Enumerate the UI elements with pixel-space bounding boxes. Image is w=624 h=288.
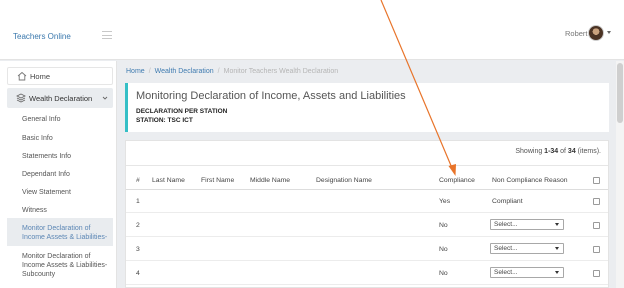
table-row: 3 No Select... <box>126 238 608 261</box>
column-header-non-compliance-reason[interactable]: Non Compliance Reason <box>492 177 568 184</box>
chevron-down-icon <box>102 96 108 100</box>
table-summary: Showing 1-34 of 34 (items). <box>515 148 601 155</box>
wealth-icon <box>16 93 26 103</box>
row-number: 1 <box>136 198 140 205</box>
row-number: 2 <box>136 222 140 229</box>
avatar[interactable] <box>588 25 604 41</box>
top-bar: Teachers Online Robert <box>0 0 624 60</box>
sidebar-item-monitor-declaration[interactable]: Monitor Declaration of Income Assets & L… <box>22 224 114 242</box>
sidebar-item-monitor-declaration-subcounty[interactable]: Monitor Declaration of Income Assets & L… <box>22 252 114 279</box>
page-scrollbar[interactable] <box>616 61 624 288</box>
breadcrumb: Home / Wealth Declaration / Monitor Teachers… <box>126 68 339 75</box>
dropdown-arrow-icon <box>555 271 559 274</box>
column-header-designation[interactable]: Designation Name <box>316 177 372 184</box>
caret-down-icon[interactable] <box>607 31 611 34</box>
breadcrumb-current: Monitor Teachers Wealth Declaration <box>223 68 339 75</box>
row-checkbox[interactable] <box>593 222 600 229</box>
dropdown-arrow-icon <box>555 223 559 226</box>
scrollbar-thumb[interactable] <box>617 63 623 123</box>
sidebar: Home Wealth Declaration General Info Bas… <box>0 61 117 288</box>
declarations-table: Showing 1-34 of 34 (items). # Last Name … <box>125 140 609 288</box>
title-panel: Monitoring Declaration of Income, Assets… <box>125 83 609 132</box>
sidebar-item-witness[interactable]: Witness <box>22 206 114 215</box>
sidebar-item-home[interactable]: Home <box>7 67 113 85</box>
sidebar-item-general-info[interactable]: General Info <box>22 115 114 124</box>
compliance-value: No <box>439 270 448 277</box>
row-checkbox[interactable] <box>593 198 600 205</box>
column-header-compliance[interactable]: Compliance <box>439 177 475 184</box>
menu-icon[interactable] <box>102 31 112 39</box>
reason-value: Compliant <box>492 198 523 205</box>
reason-select[interactable]: Select... <box>490 219 564 230</box>
select-all-checkbox[interactable] <box>593 177 600 184</box>
table-row: 4 No Select... <box>126 262 608 285</box>
compliance-value: No <box>439 246 448 253</box>
panel-subtitle: DECLARATION PER STATION <box>136 108 228 115</box>
station-label: STATION: TSC ICT <box>136 117 193 124</box>
breadcrumb-home[interactable]: Home <box>126 68 145 75</box>
compliance-value: Yes <box>439 198 451 205</box>
sidebar-item-wealth-declaration[interactable]: Wealth Declaration <box>7 88 113 108</box>
table-row: 1 Yes Compliant <box>126 190 608 213</box>
page-title: Monitoring Declaration of Income, Assets… <box>136 90 406 102</box>
breadcrumb-wealth-declaration[interactable]: Wealth Declaration <box>155 68 214 75</box>
reason-select[interactable]: Select... <box>490 243 564 254</box>
sidebar-item-dependant-info[interactable]: Dependant Info <box>22 170 114 179</box>
column-header-middle-name[interactable]: Middle Name <box>250 177 290 184</box>
sidebar-item-basic-info[interactable]: Basic Info <box>22 134 114 143</box>
column-header-last-name[interactable]: Last Name <box>152 177 185 184</box>
compliance-value: No <box>439 222 448 229</box>
divider <box>126 165 608 166</box>
brand-name[interactable]: Teachers Online <box>13 32 71 41</box>
sidebar-item-label: Wealth Declaration <box>29 94 93 103</box>
row-checkbox[interactable] <box>593 270 600 277</box>
sidebar-item-label: Home <box>30 72 51 81</box>
reason-select[interactable]: Select... <box>490 267 564 278</box>
column-header-number: # <box>136 177 140 184</box>
sidebar-item-statements-info[interactable]: Statements Info <box>22 152 114 161</box>
user-name[interactable]: Robert <box>565 29 588 38</box>
column-header-first-name[interactable]: First Name <box>201 177 234 184</box>
row-checkbox[interactable] <box>593 246 600 253</box>
row-number: 4 <box>136 270 140 277</box>
dropdown-arrow-icon <box>555 247 559 250</box>
home-icon <box>17 71 27 81</box>
sidebar-item-view-statement[interactable]: View Statement <box>22 188 114 197</box>
table-row: 2 No Select... <box>126 214 608 237</box>
row-number: 3 <box>136 246 140 253</box>
